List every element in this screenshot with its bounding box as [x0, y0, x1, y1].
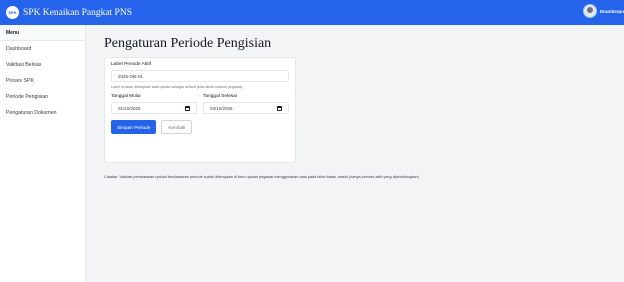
back-button[interactable]: Kembali	[161, 120, 193, 134]
start-date-input[interactable]: 01/10/2025	[111, 102, 197, 114]
start-date-label: Tanggal Mulai	[111, 94, 141, 99]
period-label-value: 2025-Okt-01	[118, 73, 144, 79]
app-logo[interactable]: SPK	[6, 6, 19, 19]
sidebar-item-dashboard[interactable]: Dashboard	[0, 41, 85, 57]
sidebar-item-pengaturan-dokumen[interactable]: Pengaturan Dokumen	[0, 105, 85, 121]
page-title: Pengaturan Periode Pengisian	[104, 36, 272, 51]
sidebar-title: Menu	[0, 25, 85, 41]
calendar-icon[interactable]	[277, 105, 282, 111]
avatar[interactable]	[582, 4, 597, 18]
sidebar-item-proses-spk[interactable]: Proses SPK	[0, 73, 85, 89]
main-content: Pengaturan Periode Pengisian Label Perio…	[104, 25, 296, 163]
sidebar: Menu Dashboard Validasi Berkas Proses SP…	[0, 25, 86, 282]
save-period-button[interactable]: Simpan Periode	[111, 120, 157, 134]
start-date-value: 01/10/2025	[118, 105, 141, 111]
sidebar-item-periode-pengisian[interactable]: Periode Pengisian	[0, 89, 85, 105]
end-date-input[interactable]: 03/10/2025	[203, 102, 289, 114]
calendar-icon[interactable]	[185, 105, 190, 111]
period-label-help: Label ini akan ditetapkan saat upload se…	[111, 85, 244, 89]
user-menu[interactable]: Dramberpu	[582, 4, 624, 18]
top-navbar: SPK SPK Kenaikan Pangkat PNS Dramberpu	[0, 0, 624, 25]
sidebar-item-validasi-berkas[interactable]: Validasi Berkas	[0, 57, 85, 73]
period-label-input[interactable]: 2025-Okt-01	[111, 70, 289, 82]
app-title[interactable]: SPK Kenaikan Pangkat PNS	[23, 8, 132, 18]
user-name[interactable]: Dramberpu	[600, 9, 624, 14]
period-label-label: Label Periode Aktif	[111, 62, 152, 67]
end-date-label: Tanggal Selesai	[203, 94, 237, 99]
period-form-card: Label Periode Aktif 2025-Okt-01 Label in…	[104, 57, 296, 163]
end-date-value: 03/10/2025	[210, 105, 233, 111]
info-note: Catatan: Validasi pembatasan upload berd…	[104, 175, 420, 179]
